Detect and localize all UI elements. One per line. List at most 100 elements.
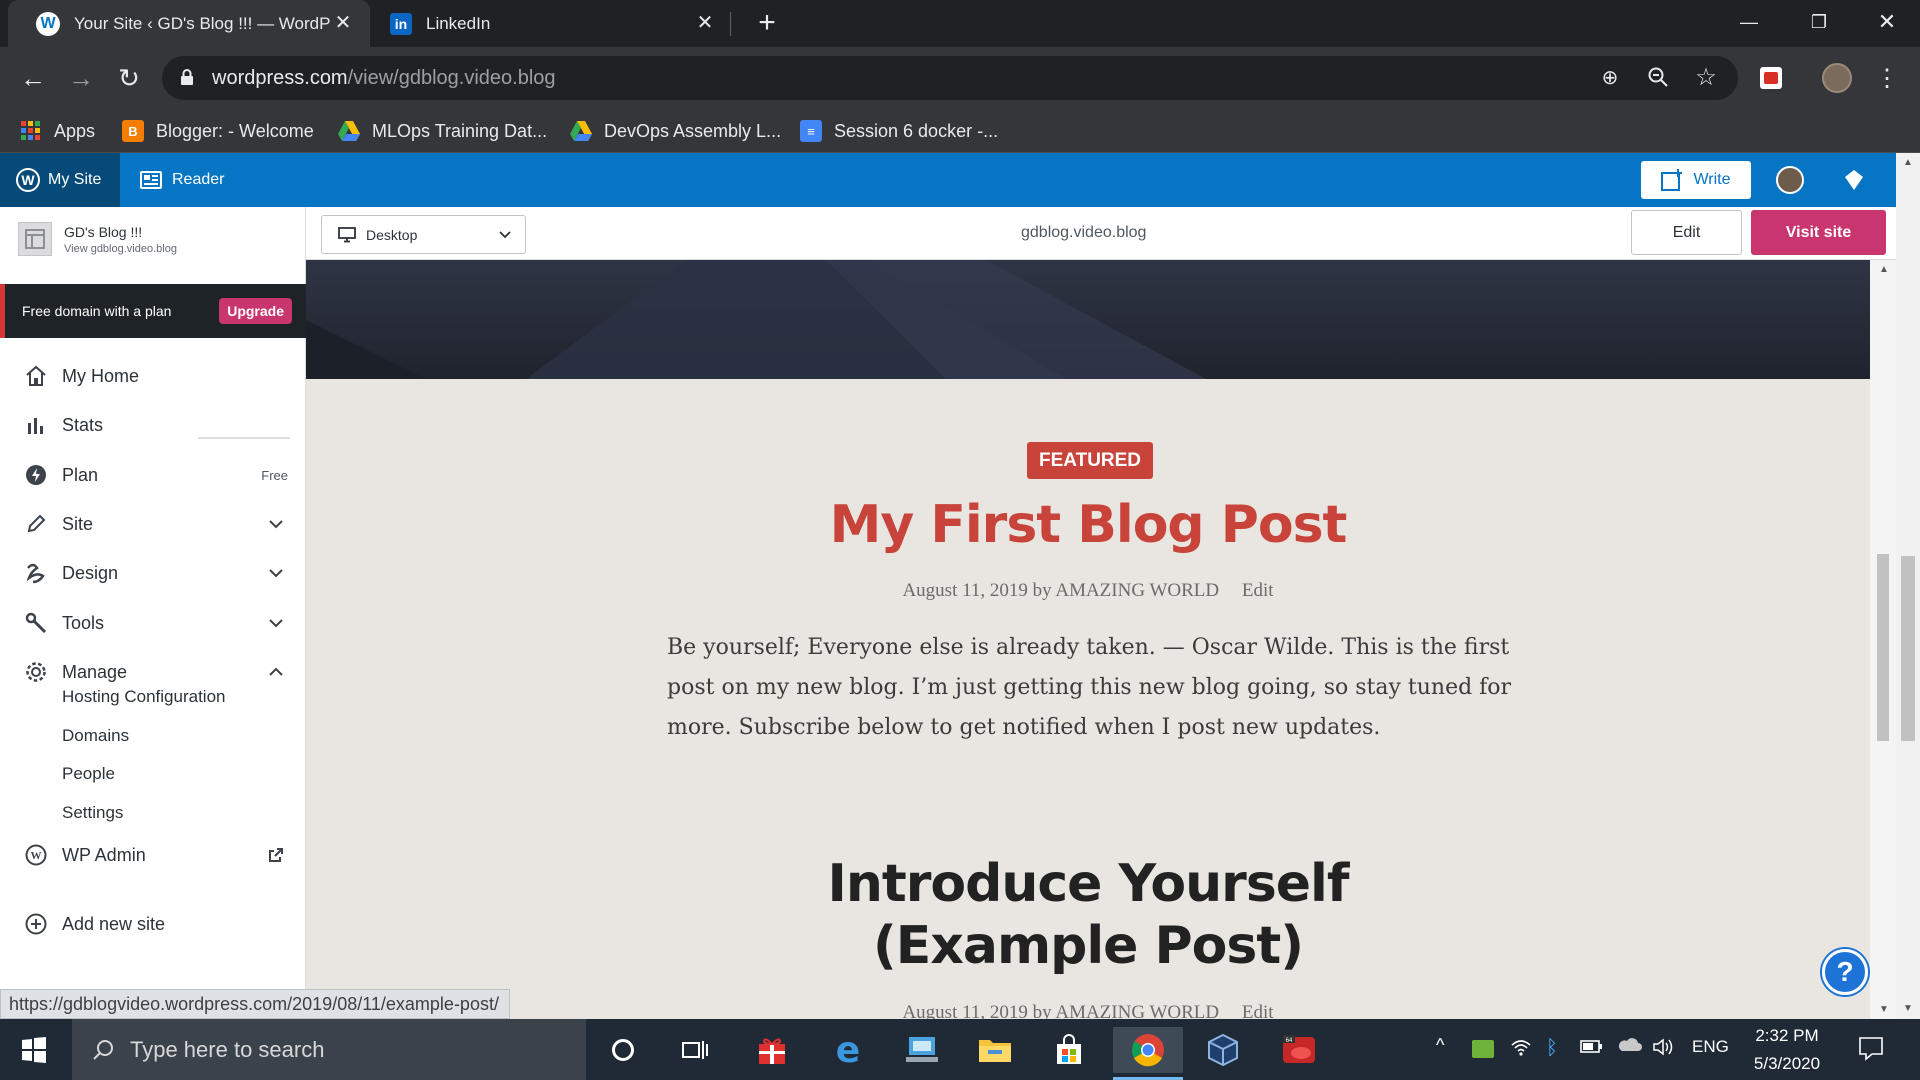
tab-wordpress[interactable]: W Your Site ‹ GD's Blog !!! — WordP ✕ (8, 0, 370, 47)
upgrade-button[interactable]: Upgrade (219, 298, 292, 324)
page-scrollbar[interactable]: ▲ ▼ (1896, 153, 1920, 1019)
chevron-down-icon (269, 569, 283, 578)
bluetooth-icon[interactable]: ᛒ (1546, 1037, 1558, 1060)
sidebar-sub-people[interactable]: People (62, 759, 115, 789)
wordpress-icon: W (24, 843, 48, 867)
app-64-icon[interactable]: 64 (1276, 1027, 1322, 1073)
nvidia-icon[interactable] (1472, 1040, 1494, 1058)
sidebar-sub-hosting-configuration[interactable]: Hosting Configuration (62, 682, 225, 712)
clock-date[interactable]: 5/3/2020 (1745, 1054, 1829, 1074)
help-button[interactable]: ? (1822, 949, 1868, 995)
device-select[interactable]: Desktop (321, 215, 526, 254)
volume-icon[interactable] (1652, 1037, 1676, 1062)
tab-linkedin[interactable]: in LinkedIn ✕ (370, 0, 732, 47)
task-view-icon[interactable] (672, 1027, 718, 1073)
visit-site-button[interactable]: Visit site (1751, 210, 1886, 255)
more-menu-icon[interactable]: ⋮ (1868, 59, 1906, 97)
chrome-icon[interactable] (1113, 1027, 1183, 1080)
bookmark-mlops[interactable]: MLOps Training Dat... (338, 117, 547, 145)
write-button[interactable]: Write (1641, 161, 1751, 199)
post-title-1[interactable]: My First Blog Post (306, 495, 1870, 555)
stats-icon (24, 413, 48, 437)
upsell-banner[interactable]: Free domain with a plan Upgrade (0, 284, 306, 338)
file-explorer-icon[interactable] (972, 1027, 1018, 1073)
sidebar-item-add-new-site[interactable]: Add new site (0, 904, 306, 944)
post-title-2-line2: (Example Post) (873, 916, 1304, 976)
reload-button[interactable]: ↻ (110, 59, 148, 97)
sidebar-item-tools[interactable]: Tools (0, 603, 306, 643)
post-edit-link[interactable]: Edit (1242, 1002, 1274, 1019)
scroll-up-arrow[interactable]: ▲ (1902, 157, 1914, 168)
linkedin-icon: in (390, 12, 412, 35)
onedrive-icon[interactable] (1618, 1037, 1642, 1058)
gift-app-icon[interactable] (749, 1027, 795, 1073)
store-icon[interactable] (1046, 1027, 1092, 1073)
scrollbar-thumb[interactable] (1877, 554, 1889, 741)
wifi-icon[interactable] (1510, 1037, 1532, 1062)
sidebar-item-my-home[interactable]: My Home (0, 356, 306, 396)
bookmark-session6[interactable]: ≡ Session 6 docker -... (800, 117, 998, 145)
edit-button[interactable]: Edit (1631, 210, 1742, 255)
zoom-icon[interactable] (1646, 66, 1670, 90)
sidebar-item-stats[interactable]: Stats (0, 405, 306, 445)
site-url[interactable]: View gdblog.video.blog (64, 243, 177, 255)
forward-button[interactable]: → (62, 59, 100, 97)
sidebar-item-design[interactable]: Design (0, 553, 306, 593)
reader-button[interactable]: Reader (124, 153, 240, 207)
close-tab-icon[interactable]: ✕ (332, 12, 354, 34)
bookmark-devops[interactable]: DevOps Assembly L... (570, 117, 781, 145)
bookmark-label: Blogger: - Welcome (156, 120, 314, 141)
preview-url: gdblog.video.blog (1021, 224, 1147, 241)
post-title-2[interactable]: Introduce Yourself (Example Post) (306, 853, 1870, 977)
restore-button[interactable]: ❐ (1784, 0, 1854, 44)
clock-time[interactable]: 2:32 PM (1754, 1026, 1820, 1046)
post-meta-1: August 11, 2019 by AMAZING WORLD Edit (306, 580, 1870, 602)
write-label: Write (1693, 171, 1731, 188)
virtualbox-icon[interactable] (1200, 1027, 1246, 1073)
sidebar-item-plan[interactable]: Plan Free (0, 455, 306, 495)
scroll-down-arrow[interactable]: ▼ (1902, 1003, 1914, 1014)
url-host: wordpress.com (212, 67, 348, 89)
vm-app-icon[interactable] (899, 1027, 945, 1073)
post-meta-2: August 11, 2019 by AMAZING WORLD Edit (306, 1002, 1870, 1019)
apps-grid-icon (20, 120, 42, 142)
bookmark-apps[interactable]: Apps (20, 117, 95, 145)
battery-icon[interactable] (1580, 1037, 1604, 1060)
post-date-author[interactable]: August 11, 2019 by AMAZING WORLD (902, 1002, 1219, 1019)
close-window-button[interactable]: ✕ (1852, 0, 1920, 44)
add-icon[interactable]: ⊕ (1598, 66, 1622, 90)
address-bar[interactable]: wordpress.com/view/gdblog.video.blog ⊕ ☆ (162, 56, 1738, 100)
sidebar-sub-settings[interactable]: Settings (62, 798, 123, 828)
my-site-button[interactable]: W My Site (0, 153, 120, 207)
cortana-icon[interactable] (600, 1027, 646, 1073)
windows-start-icon[interactable] (14, 1033, 54, 1067)
scroll-down-arrow[interactable]: ▼ (1878, 1004, 1890, 1015)
bookmark-blogger[interactable]: B Blogger: - Welcome (122, 117, 314, 145)
wp-masterbar: W My Site Reader Write (0, 153, 1896, 207)
tray-overflow-icon[interactable]: ^ (1436, 1035, 1444, 1056)
google-drive-icon (570, 120, 592, 142)
new-tab-button[interactable]: + (752, 8, 782, 38)
extension-icon[interactable] (1752, 59, 1790, 97)
notifications-icon[interactable] (1840, 166, 1868, 194)
user-avatar[interactable] (1776, 166, 1804, 194)
close-tab-icon[interactable]: ✕ (694, 12, 716, 34)
edge-icon[interactable]: e (825, 1027, 871, 1073)
sidebar-item-wp-admin[interactable]: W WP Admin (0, 835, 306, 875)
notification-center-icon[interactable] (1858, 1035, 1884, 1066)
sidebar-sub-domains[interactable]: Domains (62, 721, 129, 751)
scrollbar-thumb[interactable] (1901, 556, 1915, 741)
site-card[interactable]: GD's Blog !!! View gdblog.video.blog (0, 207, 306, 271)
sidebar-item-site[interactable]: Site (0, 504, 306, 544)
minimize-button[interactable]: — (1714, 0, 1784, 44)
taskbar-search[interactable]: Type here to search (72, 1019, 586, 1080)
bookmark-star-icon[interactable]: ☆ (1694, 66, 1718, 90)
post-edit-link[interactable]: Edit (1242, 580, 1274, 601)
profile-avatar[interactable] (1818, 59, 1856, 97)
language-indicator[interactable]: ENG (1692, 1037, 1729, 1057)
preview-scrollbar[interactable]: ▲ ▼ (1870, 260, 1896, 1019)
site-name: GD's Blog !!! (64, 223, 143, 240)
scroll-up-arrow[interactable]: ▲ (1878, 264, 1890, 275)
back-button[interactable]: ← (14, 59, 52, 97)
post-date-author[interactable]: August 11, 2019 by AMAZING WORLD (902, 580, 1219, 601)
